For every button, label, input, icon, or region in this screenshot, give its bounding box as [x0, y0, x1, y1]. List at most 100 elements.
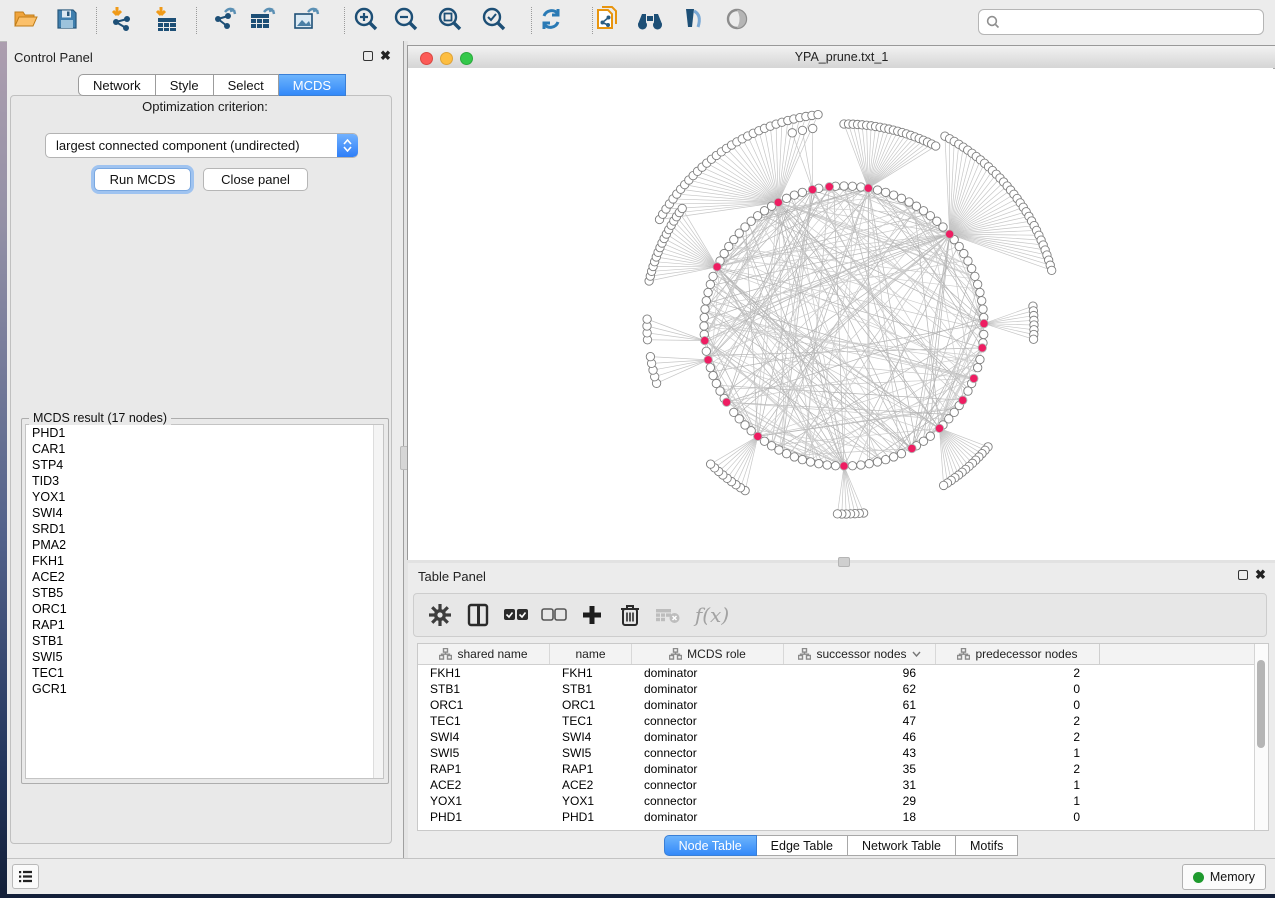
- mcds-result-item[interactable]: SRD1: [26, 521, 383, 537]
- graph-node[interactable]: [706, 280, 714, 288]
- graph-node[interactable]: [881, 188, 889, 196]
- table-row[interactable]: TEC1TEC1connector472: [418, 713, 1254, 729]
- mcds-graph-node[interactable]: [701, 336, 709, 344]
- table-panel-tab[interactable]: Network Table: [848, 835, 956, 856]
- mcds-result-item[interactable]: ORC1: [26, 601, 383, 617]
- mcds-graph-node[interactable]: [980, 319, 988, 327]
- graph-leaf-node[interactable]: [932, 142, 940, 150]
- mcds-result-item[interactable]: ACE2: [26, 569, 383, 585]
- import-table-button[interactable]: [148, 4, 184, 37]
- graph-node[interactable]: [840, 182, 848, 190]
- graph-node[interactable]: [806, 458, 814, 466]
- graph-leaf-node[interactable]: [788, 129, 796, 137]
- mcds-result-item[interactable]: GCR1: [26, 681, 383, 697]
- graph-node[interactable]: [939, 223, 947, 231]
- graph-node[interactable]: [704, 288, 712, 296]
- mcds-graph-node[interactable]: [808, 185, 816, 193]
- network-window-titlebar[interactable]: YPA_prune.txt_1: [408, 46, 1275, 69]
- graph-node[interactable]: [971, 272, 979, 280]
- graph-node[interactable]: [976, 355, 984, 363]
- mcds-result-item[interactable]: SWI4: [26, 505, 383, 521]
- task-history-button[interactable]: [12, 864, 39, 889]
- export-network-button[interactable]: [207, 4, 243, 37]
- graph-node[interactable]: [701, 305, 709, 313]
- graph-leaf-node[interactable]: [678, 204, 686, 212]
- binoculars-button[interactable]: [632, 4, 668, 37]
- zoom-in-button[interactable]: [348, 4, 384, 37]
- mcds-graph-node[interactable]: [722, 398, 730, 406]
- control-panel-tab[interactable]: Style: [156, 74, 214, 96]
- mcds-result-list[interactable]: PHD1CAR1STP4TID3YOX1SWI4SRD1PMA2FKH1ACE2…: [25, 424, 384, 779]
- graph-node[interactable]: [897, 194, 905, 202]
- mcds-result-item[interactable]: SWI5: [26, 649, 383, 665]
- graph-leaf-node[interactable]: [939, 481, 947, 489]
- graph-node[interactable]: [848, 182, 856, 190]
- graph-leaf-node[interactable]: [643, 315, 651, 323]
- table-row[interactable]: ACE2ACE2connector311: [418, 777, 1254, 793]
- close-panel-icon[interactable]: ✖: [380, 51, 391, 61]
- split-pane-icon[interactable]: [462, 598, 494, 632]
- graph-leaf-node[interactable]: [814, 110, 822, 118]
- graph-node[interactable]: [716, 387, 724, 395]
- mcds-graph-node[interactable]: [908, 444, 916, 452]
- graph-node[interactable]: [702, 347, 710, 355]
- table-row[interactable]: PHD1PHD1dominator180: [418, 809, 1254, 825]
- graph-node[interactable]: [706, 363, 714, 371]
- mcds-graph-node[interactable]: [704, 356, 712, 364]
- network-canvas[interactable]: [408, 68, 1273, 559]
- graph-node[interactable]: [889, 453, 897, 461]
- graph-node[interactable]: [979, 305, 987, 313]
- table-row[interactable]: RAP1RAP1dominator352: [418, 761, 1254, 777]
- graph-node[interactable]: [831, 462, 839, 470]
- graph-leaf-node[interactable]: [706, 460, 714, 468]
- search-field[interactable]: [978, 9, 1264, 35]
- graph-node[interactable]: [978, 297, 986, 305]
- graph-node[interactable]: [881, 455, 889, 463]
- table-scrollbar[interactable]: [1254, 644, 1268, 830]
- graph-node[interactable]: [964, 387, 972, 395]
- close-panel-button[interactable]: Close panel: [203, 168, 308, 191]
- mcds-result-item[interactable]: STB1: [26, 633, 383, 649]
- function-builder-icon[interactable]: f(x): [690, 598, 734, 632]
- graph-node[interactable]: [702, 297, 710, 305]
- graph-node[interactable]: [709, 272, 717, 280]
- mcds-graph-node[interactable]: [713, 263, 721, 271]
- float-panel-icon[interactable]: [363, 51, 373, 61]
- mcds-result-item[interactable]: FKH1: [26, 553, 383, 569]
- table-row[interactable]: SWI5SWI5connector431: [418, 745, 1254, 761]
- graph-node[interactable]: [976, 288, 984, 296]
- memory-button[interactable]: Memory: [1182, 864, 1266, 890]
- control-panel-tab[interactable]: Select: [214, 74, 279, 96]
- graph-node[interactable]: [709, 371, 717, 379]
- mcds-graph-node[interactable]: [945, 230, 953, 238]
- mcds-result-item[interactable]: CAR1: [26, 441, 383, 457]
- graph-node[interactable]: [848, 462, 856, 470]
- table-panel-tab[interactable]: Edge Table: [757, 835, 848, 856]
- graph-leaf-node[interactable]: [809, 124, 817, 132]
- table-panel-tab[interactable]: Motifs: [956, 835, 1018, 856]
- graph-node[interactable]: [897, 449, 905, 457]
- graph-node[interactable]: [873, 186, 881, 194]
- control-panel-tab[interactable]: MCDS: [279, 74, 346, 96]
- open-file-button[interactable]: [8, 4, 44, 37]
- table-row[interactable]: SWI4SWI4dominator462: [418, 729, 1254, 745]
- result-scrollbar[interactable]: [373, 425, 383, 778]
- scrollbar-thumb[interactable]: [1257, 660, 1265, 748]
- column-header-successor-nodes[interactable]: successor nodes: [784, 644, 936, 664]
- control-panel-tab[interactable]: Network: [78, 74, 156, 96]
- graph-node[interactable]: [790, 191, 798, 199]
- zoom-out-button[interactable]: [388, 4, 424, 37]
- mcds-result-item[interactable]: YOX1: [26, 489, 383, 505]
- refresh-button[interactable]: [533, 4, 569, 37]
- add-column-icon[interactable]: [576, 598, 608, 632]
- eye-button[interactable]: [719, 4, 755, 37]
- run-mcds-button[interactable]: Run MCDS: [94, 168, 191, 191]
- import-network-button[interactable]: [104, 4, 140, 37]
- mcds-graph-node[interactable]: [935, 424, 943, 432]
- graph-node[interactable]: [967, 264, 975, 272]
- graph-leaf-node[interactable]: [1047, 266, 1055, 274]
- table-row[interactable]: ORC1ORC1dominator610: [418, 697, 1254, 713]
- graph-node[interactable]: [865, 460, 873, 468]
- mcds-graph-node[interactable]: [978, 344, 986, 352]
- graph-node[interactable]: [782, 449, 790, 457]
